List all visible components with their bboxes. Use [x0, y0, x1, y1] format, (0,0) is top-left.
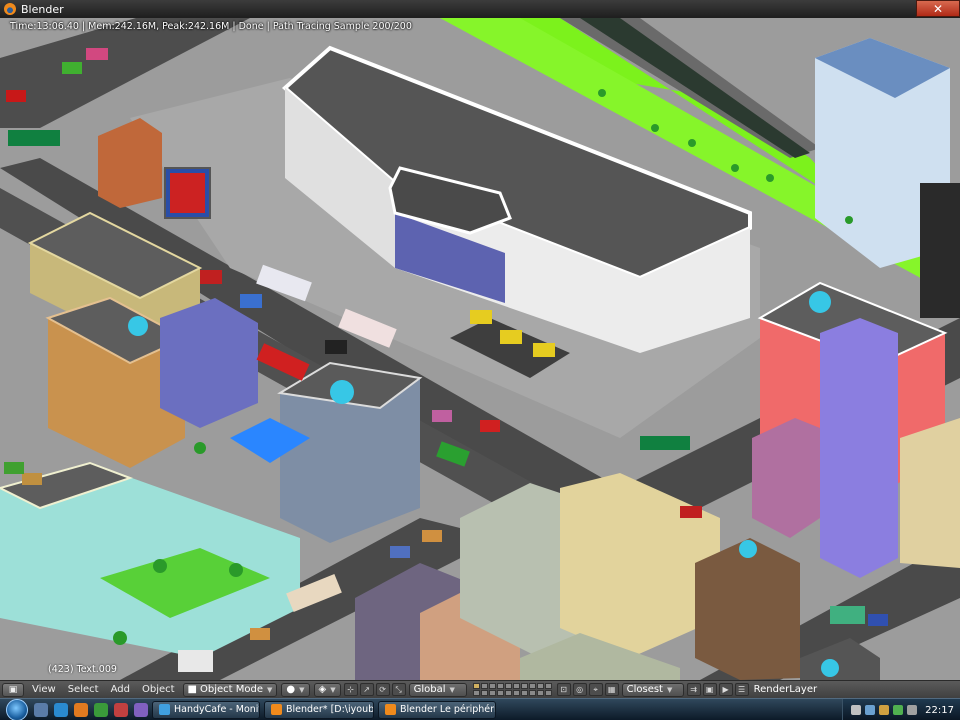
blender-icon — [271, 704, 282, 715]
network-icon[interactable] — [851, 705, 862, 715]
shading-sphere-icon: ● — [286, 684, 296, 695]
volume-icon[interactable] — [865, 705, 876, 715]
rotate-icon[interactable]: ⟳ — [375, 683, 390, 696]
translate-icon[interactable]: ↗ — [359, 683, 374, 696]
menu-view[interactable]: View — [26, 684, 62, 695]
internet-explorer-icon[interactable] — [54, 702, 68, 717]
pivot-point-dropdown[interactable]: ◈ ▼ — [313, 682, 341, 697]
opengl-anim-icon[interactable]: ▶ — [718, 683, 733, 696]
highway-sign-left — [8, 130, 60, 146]
menu-add[interactable]: Add — [105, 684, 136, 695]
task-blender-2[interactable]: Blender Le périphériqu... — [378, 700, 496, 719]
security-icon[interactable] — [879, 705, 890, 715]
taskbar-clock[interactable]: 22:17 — [925, 705, 954, 716]
orientation-label: Global — [413, 684, 446, 695]
helipad-bottom — [739, 540, 757, 558]
quick-launch-icon-2[interactable] — [134, 702, 148, 717]
dark-cylinder — [920, 183, 960, 318]
helipad-left — [128, 316, 148, 336]
render-layer-label[interactable]: RenderLayer — [754, 684, 817, 695]
firefox-icon[interactable] — [74, 702, 88, 717]
snap-target-label: Closest — [626, 684, 663, 695]
chevron-down-icon: ▼ — [449, 685, 455, 694]
building-left-3 — [160, 298, 258, 428]
task-blender-1[interactable]: Blender* [D:\iyoube.... — [264, 700, 374, 719]
building-dark — [695, 538, 800, 680]
manipulator-toggle-icon[interactable]: ⊹ — [343, 683, 358, 696]
snap-target-dropdown[interactable]: Closest ▼ — [621, 682, 684, 697]
scale-icon[interactable]: ⤡ — [391, 683, 406, 696]
render-layer-icon[interactable]: ☰ — [734, 683, 749, 696]
city-render — [0, 18, 960, 680]
task-handycafe[interactable]: HandyCafe - Monitoring — [152, 700, 260, 719]
handycafe-icon — [159, 704, 170, 715]
align-rotation-icon[interactable]: ⇉ — [686, 683, 701, 696]
layer-buttons[interactable] — [472, 683, 552, 696]
task-label: HandyCafe - Monitoring — [174, 704, 260, 715]
orientation-dropdown[interactable]: Global ▼ — [408, 682, 467, 697]
chevron-down-icon: ▼ — [330, 685, 336, 694]
window-titlebar: Blender ✕ — [0, 0, 960, 18]
viewport-shading-dropdown[interactable]: ● ▼ — [281, 682, 310, 697]
window-title: Blender — [21, 2, 64, 16]
helipad-red — [809, 291, 831, 313]
3d-view-icon: ▣ — [8, 684, 18, 695]
building-pink — [752, 418, 820, 538]
task-label: Blender* [D:\iyoube.... — [286, 704, 374, 715]
lock-layers-icon[interactable]: ⊡ — [556, 683, 571, 696]
snap-element-icon[interactable]: ▦ — [604, 683, 619, 696]
highway-sign-right — [640, 436, 690, 450]
start-button[interactable] — [6, 698, 28, 720]
chevron-down-icon: ▼ — [299, 685, 305, 694]
chevron-down-icon: ▼ — [267, 685, 273, 694]
pivot-icon: ◈ — [318, 684, 327, 695]
opengl-render-icon[interactable]: ▣ — [702, 683, 717, 696]
taskbar: HandyCafe - Monitoring Blender* [D:\iyou… — [0, 698, 960, 720]
snap-toggle-icon[interactable]: ⌖ — [588, 683, 603, 696]
task-label: Blender Le périphériqu... — [400, 704, 495, 715]
menu-select[interactable]: Select — [62, 684, 105, 695]
menu-object[interactable]: Object — [136, 684, 181, 695]
tray-app-icon[interactable] — [893, 705, 904, 715]
show-desktop-icon[interactable] — [34, 702, 48, 717]
render-stats-overlay: Time:13:06.40 | Mem:242.16M, Peak:242.16… — [10, 21, 412, 32]
3d-view-header: ▣ View Select Add Object ■ Object Mode ▼… — [0, 680, 960, 698]
active-object-label: (423) Text.009 — [48, 664, 117, 675]
chevron-down-icon: ▼ — [666, 685, 673, 694]
editor-type-button[interactable]: ▣ — [2, 682, 24, 697]
window-close-button[interactable]: ✕ — [916, 0, 960, 17]
media-player-icon[interactable] — [114, 702, 128, 717]
blender-icon — [385, 704, 396, 715]
object-mode-icon: ■ — [187, 684, 197, 695]
helipad-hotel — [330, 380, 354, 404]
tower-purple — [820, 318, 898, 578]
van — [178, 650, 213, 672]
mode-dropdown[interactable]: ■ Object Mode ▼ — [182, 682, 278, 697]
proportional-edit-icon[interactable]: ◎ — [572, 683, 587, 696]
quick-launch-icon[interactable] — [94, 702, 108, 717]
blender-logo-icon — [4, 3, 16, 15]
system-tray: 22:17 — [842, 699, 960, 720]
mode-label: Object Mode — [200, 684, 263, 695]
tray-app-icon-2[interactable] — [907, 705, 918, 715]
render-viewport[interactable]: Time:13:06.40 | Mem:242.16M, Peak:242.16… — [0, 18, 960, 680]
